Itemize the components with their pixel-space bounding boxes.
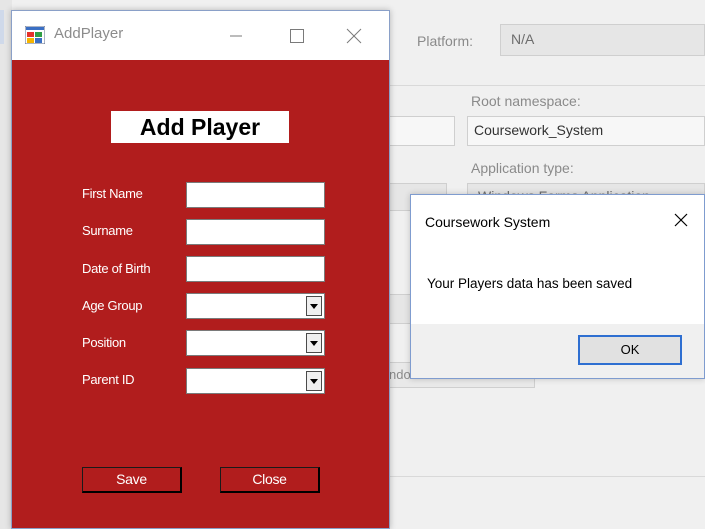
date-of-birth-label: Date of Birth	[82, 261, 151, 276]
close-icon[interactable]	[332, 19, 378, 53]
ok-button[interactable]: OK	[578, 335, 682, 365]
platform-dropdown[interactable]: N/A	[500, 24, 705, 56]
window-title: AddPlayer	[54, 25, 124, 42]
add-player-form: Add Player First Name Surname Date of Bi…	[12, 60, 389, 528]
parent-id-dropdown[interactable]	[186, 368, 325, 394]
message-box-title: Coursework System	[425, 214, 551, 230]
message-text: Your Players data has been saved	[427, 276, 633, 291]
divider	[390, 476, 705, 477]
parent-id-label: Parent ID	[82, 372, 135, 387]
title-bar[interactable]: AddPlayer	[12, 11, 389, 60]
minimize-icon[interactable]	[212, 19, 258, 53]
surname-field[interactable]	[186, 219, 325, 245]
close-icon[interactable]	[673, 212, 689, 228]
first-name-field[interactable]	[186, 182, 325, 208]
assembly-info-button-label: ndo	[389, 367, 411, 382]
message-box-footer: OK	[411, 324, 704, 378]
message-box: Coursework System Your Players data has …	[410, 194, 705, 379]
maximize-icon[interactable]	[274, 19, 320, 53]
close-button[interactable]: Close	[220, 467, 320, 493]
platform-value: N/A	[511, 31, 535, 47]
chevron-down-icon[interactable]	[306, 333, 322, 353]
age-group-dropdown[interactable]	[186, 293, 325, 319]
age-group-label: Age Group	[82, 298, 143, 313]
add-player-window: AddPlayer Add Player First Name Surname …	[11, 10, 390, 529]
app-icon	[25, 26, 45, 44]
root-namespace-field[interactable]: Coursework_System	[467, 116, 705, 146]
save-button[interactable]: Save	[82, 467, 182, 493]
form-heading: Add Player	[111, 111, 289, 143]
divider	[390, 85, 705, 86]
chevron-down-icon[interactable]	[306, 371, 322, 391]
platform-label: Platform:	[417, 33, 474, 49]
first-name-label: First Name	[82, 186, 143, 201]
application-type-label: Application type:	[471, 160, 574, 176]
chevron-down-icon[interactable]	[306, 296, 322, 316]
position-dropdown[interactable]	[186, 330, 325, 356]
surname-label: Surname	[82, 223, 133, 238]
root-namespace-label: Root namespace:	[471, 93, 581, 109]
position-label: Position	[82, 335, 126, 350]
assembly-name-field[interactable]	[387, 116, 455, 146]
root-namespace-value: Coursework_System	[474, 122, 604, 138]
date-of-birth-field[interactable]	[186, 256, 325, 282]
